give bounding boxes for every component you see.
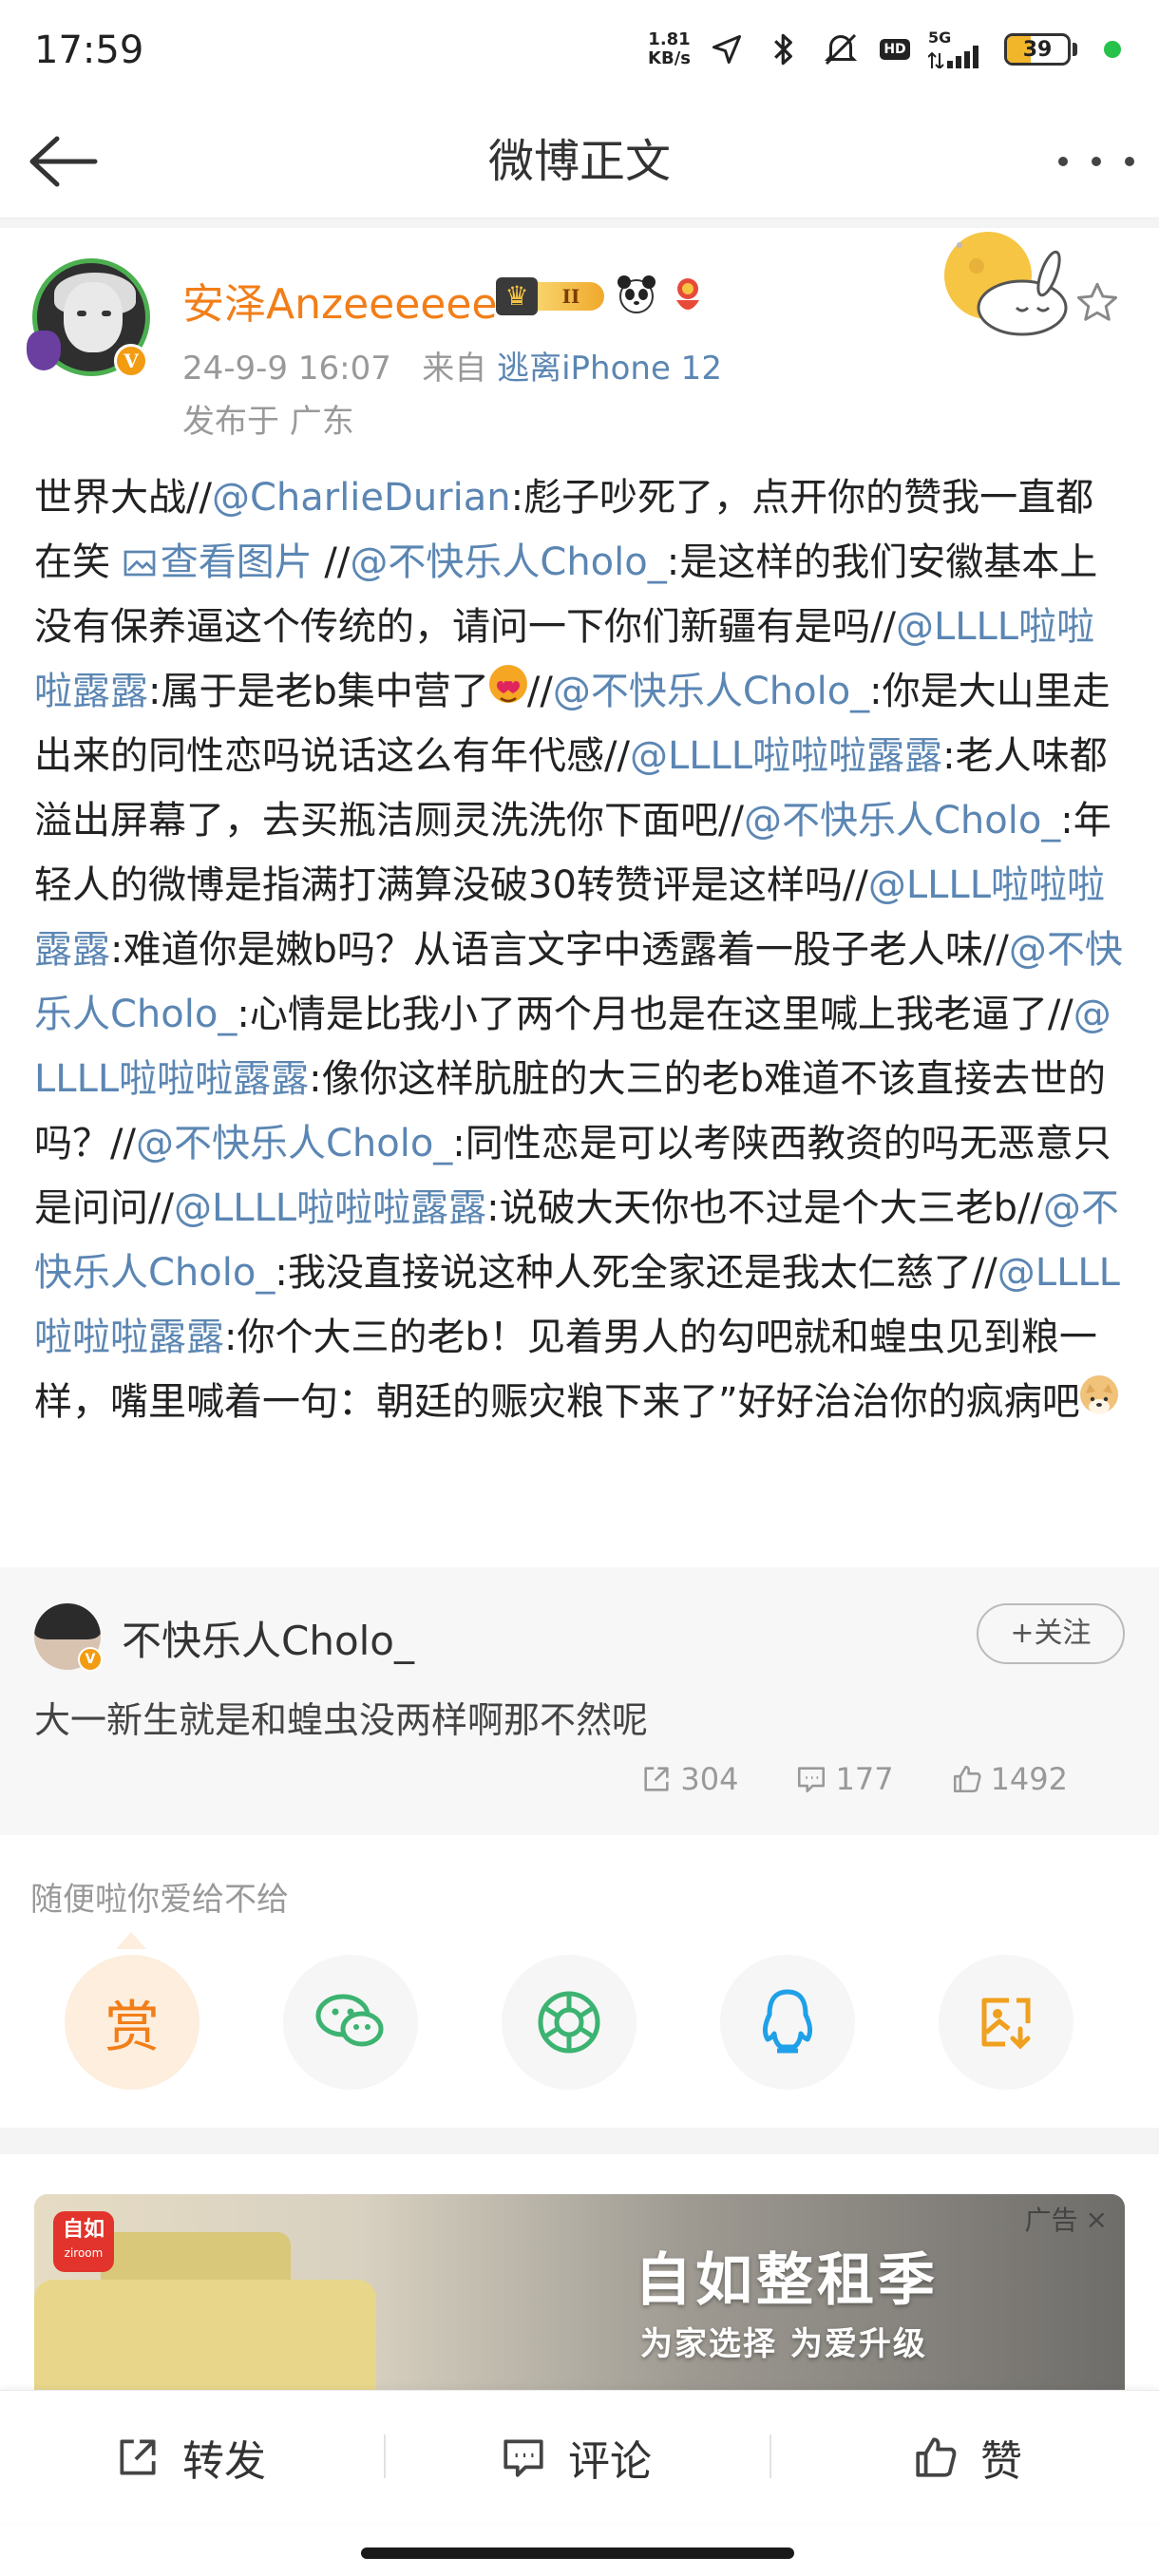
post-location: 发布于 广东: [182, 403, 354, 441]
post-text: :我没直接说这种人死全家还是我太仁慈了//: [275, 1251, 998, 1295]
mention-link[interactable]: @CharlieDurian: [212, 476, 511, 520]
comment-text[interactable]: 大一新生就是和蝗虫没两样啊那不然呢: [34, 1691, 648, 1743]
comment-button[interactable]: 评论: [500, 2391, 652, 2524]
favorite-star-icon[interactable]: [1074, 279, 1121, 327]
featured-comment: V 不快乐人Cholo_ +关注 大一新生就是和蝗虫没两样啊那不然呢 304 1…: [0, 1567, 1159, 1835]
mention-link[interactable]: @不快乐人Cholo_: [744, 799, 1060, 843]
location-icon: [706, 28, 748, 70]
post-text: :属于是老b集中营了: [148, 670, 489, 713]
repost-icon: [644, 1767, 670, 1791]
share-row: 赏: [0, 1955, 1159, 2097]
avatar-pendant-icon: [27, 331, 61, 370]
doge-emoji: [1079, 1375, 1118, 1414]
ad-brand-logo: 自如 ziroom: [53, 2211, 114, 2272]
comment-icon: [504, 2439, 543, 2477]
comment-count[interactable]: 177: [795, 1761, 894, 1797]
post-text: :难道你是嫩b吗？从语言文字中透露着一股子老人味//: [110, 928, 1009, 972]
ad-banner[interactable]: 自如 ziroom 广告 × 自如整租季 为家选择 为爱升级: [34, 2194, 1125, 2390]
wechat-icon[interactable]: [283, 1955, 418, 2090]
save-image-icon[interactable]: [939, 1955, 1074, 2090]
page-title: 微博正文: [487, 135, 671, 188]
post-date: 24-9-9 16:07: [182, 350, 391, 388]
like-thumb-icon: [953, 1765, 981, 1793]
panda-badge-icon[interactable]: [616, 274, 657, 315]
post-text: :心情是比我小了两个月也是在这里喊上我老逼了//: [237, 993, 1074, 1036]
like-count[interactable]: 1492: [951, 1761, 1068, 1797]
heart-eyes-emoji: [488, 665, 527, 703]
post-text: //: [312, 540, 351, 584]
post-source[interactable]: 逃离iPhone 12: [497, 350, 722, 388]
reward-prompt: 随便啦你爱给不给: [30, 1881, 289, 1919]
post-text: //: [526, 670, 553, 713]
repost-count[interactable]: 304: [640, 1761, 738, 1797]
mute-icon: [820, 28, 862, 70]
post-source-prefix: 来自: [422, 350, 487, 388]
network-speed: 1.81 KB/s: [648, 29, 691, 68]
mention-link[interactable]: @不快乐人Cholo_: [350, 540, 666, 584]
vip-badge-icon[interactable]: ♛ II: [496, 277, 604, 315]
signal-icon: 5G: [928, 28, 989, 70]
commenter-name[interactable]: 不快乐人Cholo_: [122, 1609, 414, 1667]
divider: [0, 2128, 1159, 2154]
reward-button[interactable]: 赏: [65, 1955, 200, 2090]
mention-link[interactable]: @不快乐人Cholo_: [553, 670, 869, 713]
author-name[interactable]: 安泽Anzeeeeee: [182, 270, 498, 331]
follow-button[interactable]: +关注: [977, 1603, 1125, 1664]
mention-link[interactable]: @LLLL啦啦啦露露: [630, 734, 942, 778]
divider: [0, 218, 1159, 228]
reward-pointer: [116, 1932, 146, 1949]
hd-icon: HD: [877, 28, 913, 70]
status-icons: 1.81 KB/s HD 5G 39: [648, 28, 1121, 70]
comment-stats: 304 177 1492: [640, 1761, 1068, 1797]
bottom-action-bar: 转发 评论 赞: [0, 2390, 1159, 2523]
ad-close-icon[interactable]: ×: [1086, 2204, 1108, 2235]
home-indicator[interactable]: [361, 2548, 794, 2559]
comment-icon: [798, 1767, 826, 1793]
like-button[interactable]: 赞: [912, 2391, 1022, 2524]
mention-link[interactable]: @不快乐人Cholo_: [136, 1122, 452, 1165]
top-nav-bar: 微博正文: [0, 104, 1159, 218]
privacy-indicator-dot: [1104, 41, 1121, 58]
moments-icon[interactable]: [502, 1955, 636, 2090]
view-image-link[interactable]: 查看图片: [123, 540, 313, 584]
mention-link[interactable]: @LLLL啦啦啦露露: [174, 1186, 486, 1230]
qq-icon[interactable]: [720, 1955, 855, 2090]
post-body: 世界大战//@CharlieDurian:彪子吵死了，点开你的赞我一直都在笑 查…: [34, 465, 1127, 1434]
moon-rabbit-decoration-icon: [931, 228, 1083, 342]
ad-subtitle: 为家选择 为爱升级: [640, 2325, 927, 2363]
repost-icon: [120, 2439, 156, 2475]
mascot-badge-icon[interactable]: [671, 275, 705, 317]
image-icon: [123, 540, 161, 584]
like-thumb-icon: [916, 2437, 957, 2477]
ad-title: 自如整租季: [635, 2247, 939, 2314]
more-dots-icon[interactable]: [1058, 137, 1134, 186]
post-text: 世界大战//: [34, 476, 212, 520]
bluetooth-icon: [763, 28, 805, 70]
repost-button[interactable]: 转发: [114, 2391, 266, 2524]
ad-sofa-image: [34, 2280, 376, 2390]
post-text: :说破大天你也不过是个大三老b//: [486, 1186, 1043, 1230]
status-time: 17:59: [34, 28, 144, 72]
battery-icon: 39: [1004, 33, 1077, 66]
verified-badge-icon: V: [114, 344, 148, 378]
status-bar: 17:59 1.81 KB/s HD 5G 39: [0, 0, 1159, 104]
post-meta: 24-9-9 16:07 来自 逃离iPhone 12: [182, 342, 722, 388]
commenter-verified-icon: V: [78, 1647, 103, 1672]
ad-label: 广告 ×: [1024, 2203, 1108, 2237]
